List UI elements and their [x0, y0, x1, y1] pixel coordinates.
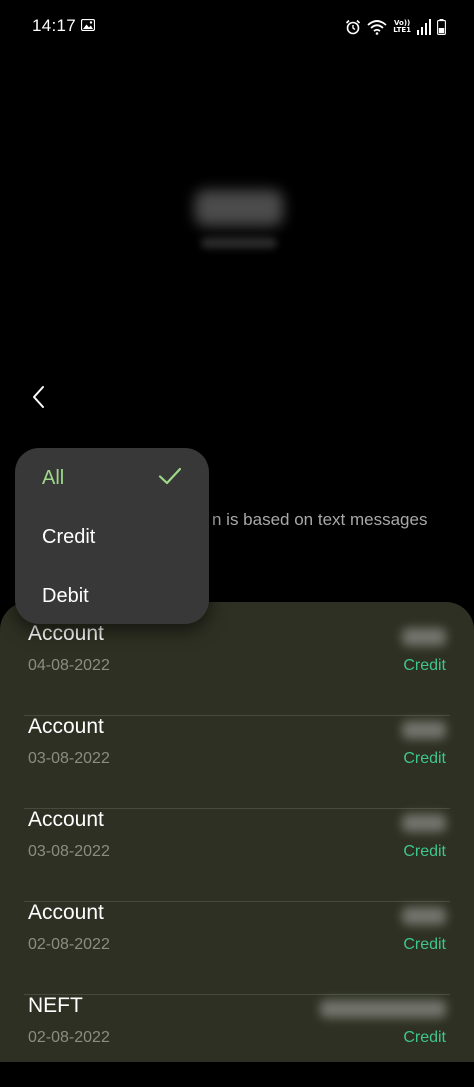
transaction-type: Credit: [403, 657, 446, 674]
transaction-title: Account: [28, 622, 104, 645]
transaction-amount-blurred: [402, 721, 446, 739]
transaction-date: 02-08-2022: [28, 936, 110, 953]
transaction-type: Credit: [403, 1029, 446, 1046]
wifi-icon: [367, 20, 387, 35]
transaction-amount-blurred: [402, 907, 446, 925]
transaction-amount-blurred: [402, 628, 446, 646]
transaction-type: Credit: [403, 936, 446, 953]
transaction-row[interactable]: NEFT 02-08-2022 Credit: [24, 994, 450, 1087]
filter-option-credit[interactable]: Credit: [15, 507, 209, 565]
transaction-row[interactable]: Account 02-08-2022 Credit: [24, 901, 450, 995]
transaction-row[interactable]: Account 03-08-2022 Credit: [24, 715, 450, 809]
disclaimer-text: n is based on text messages: [212, 510, 428, 529]
transaction-amount-blurred: [402, 814, 446, 832]
filter-option-debit[interactable]: Debit: [15, 566, 209, 624]
alarm-icon: [346, 19, 361, 35]
status-icons: Vo)) LTE1: [345, 16, 446, 38]
transaction-date: 03-08-2022: [28, 843, 110, 860]
transaction-title: Account: [28, 901, 104, 924]
status-bar: 14:17 Vo)) LTE1: [0, 0, 474, 52]
transaction-type: Credit: [403, 750, 446, 767]
balance-subtext-blurred: [201, 238, 277, 248]
filter-option-label: Debit: [42, 585, 89, 607]
volte-indicator: Vo)) LTE1: [393, 20, 411, 34]
back-button[interactable]: [22, 380, 54, 414]
transaction-title: Account: [28, 808, 104, 831]
transaction-title: NEFT: [28, 994, 83, 1017]
filter-option-label: Credit: [42, 526, 96, 548]
transaction-date: 02-08-2022: [28, 1029, 110, 1046]
balance-amount-blurred: [195, 190, 283, 226]
battery-icon: [437, 19, 446, 35]
filter-option-label: All: [42, 467, 65, 489]
transaction-title: Account: [28, 715, 104, 738]
check-icon: [158, 467, 182, 485]
gallery-icon: [81, 19, 95, 31]
transactions-sheet: Account 04-08-2022 Credit Account 03-08-…: [0, 602, 474, 1062]
transaction-row[interactable]: Account 04-08-2022 Credit: [24, 622, 450, 716]
status-time: 14:17: [32, 16, 77, 35]
filter-menu: All Credit Debit: [15, 448, 209, 624]
transaction-date: 04-08-2022: [28, 657, 110, 674]
volte-text-bottom: LTE1: [393, 26, 411, 34]
transaction-date: 03-08-2022: [28, 750, 110, 767]
signal-icon: [417, 19, 431, 35]
transaction-amount-blurred: [320, 1000, 446, 1018]
transaction-type: Credit: [403, 843, 446, 860]
chevron-left-icon: [33, 386, 44, 408]
filter-option-all[interactable]: All: [15, 448, 209, 506]
transaction-row[interactable]: Account 03-08-2022 Credit: [24, 808, 450, 902]
